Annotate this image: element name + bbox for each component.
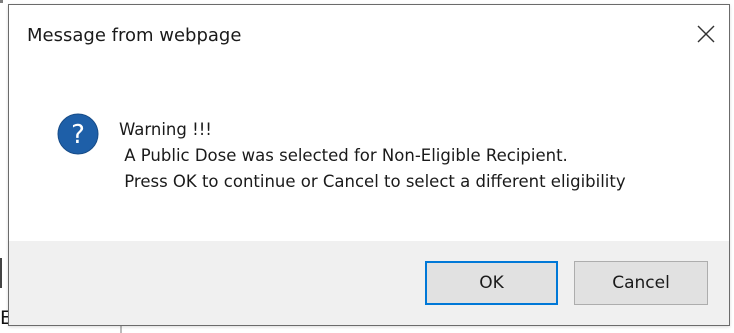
close-button[interactable]: [689, 17, 723, 51]
question-glyph: ?: [71, 120, 85, 150]
page-edge-line: [0, 258, 2, 288]
message-line-detail: A Public Dose was selected for Non-Eligi…: [119, 146, 568, 165]
dialog-titlebar: Message from webpage: [9, 5, 729, 63]
message-dialog: Message from webpage ? Warning !!! A Pub…: [8, 4, 730, 326]
ok-button[interactable]: OK: [425, 261, 558, 305]
page-divider: [120, 326, 122, 333]
dialog-content: ? Warning !!! A Public Dose was selected…: [9, 63, 729, 241]
message-line-warning: Warning !!!: [119, 120, 212, 139]
dialog-footer: OK Cancel: [9, 241, 729, 325]
page-edge-mark: [0, 0, 3, 3]
dialog-message: Warning !!! A Public Dose was selected f…: [119, 117, 626, 195]
close-icon: [697, 25, 715, 43]
question-icon: ?: [57, 113, 99, 155]
dialog-title: Message from webpage: [27, 25, 242, 46]
message-line-instruction: Press OK to continue or Cancel to select…: [119, 172, 626, 191]
cancel-button[interactable]: Cancel: [574, 261, 708, 305]
